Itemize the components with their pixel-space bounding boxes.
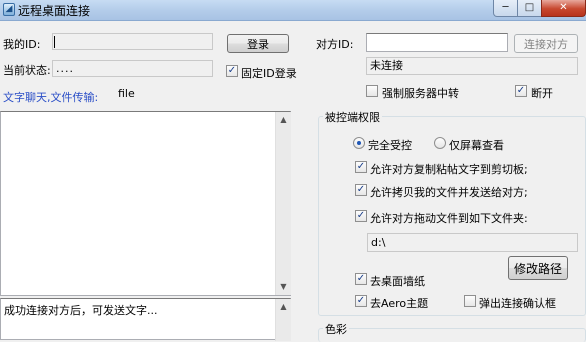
chat-input[interactable]: 成功连接对方后，可发送文字... ▲ bbox=[0, 298, 291, 341]
remote-desktop-icon: ◢ bbox=[3, 3, 15, 16]
full-control-label: 完全受控 bbox=[368, 139, 412, 152]
minimize-button[interactable]: ─ bbox=[493, 0, 518, 17]
change-path-button[interactable]: 修改路径 bbox=[508, 256, 568, 280]
my-id-label: 我的ID: bbox=[3, 38, 41, 51]
view-only-radio[interactable] bbox=[434, 137, 446, 149]
scroll-up-icon[interactable]: ▲ bbox=[276, 112, 291, 128]
allow-copy-files-label: 允许拷贝我的文件并发送给对方; bbox=[370, 186, 528, 199]
chat-log-scrollbar[interactable]: ▲ ▼ bbox=[275, 112, 291, 295]
remove-wallpaper-checkbox[interactable]: ✓ bbox=[355, 273, 367, 285]
status-field: .... bbox=[52, 60, 213, 77]
connection-status-field: 未连接 bbox=[366, 57, 578, 75]
login-button[interactable]: 登录 bbox=[227, 34, 289, 53]
full-control-radio[interactable] bbox=[353, 137, 365, 149]
chat-input-text: 成功连接对方后，可发送文字... bbox=[4, 304, 158, 317]
chat-input-scrollbar[interactable]: ▲ bbox=[275, 299, 291, 341]
folder-path-field: d:\ bbox=[367, 233, 578, 252]
close-button[interactable]: ✕ bbox=[541, 0, 586, 17]
file-label: file bbox=[118, 87, 135, 100]
allow-copy-files-checkbox[interactable]: ✓ bbox=[355, 184, 367, 196]
remove-aero-checkbox[interactable]: ✓ bbox=[355, 295, 367, 307]
permissions-group-title: 被控端权限 bbox=[323, 109, 382, 125]
status-label: 当前状态: bbox=[3, 64, 51, 77]
force-relay-label: 强制服务器中转 bbox=[382, 87, 459, 100]
remove-wallpaper-label: 去桌面墙纸 bbox=[370, 275, 425, 288]
radio-selected-dot bbox=[357, 141, 361, 145]
fixed-id-label: 固定ID登录 bbox=[241, 67, 297, 80]
maximize-button[interactable]: □ bbox=[517, 0, 542, 17]
disconnect-checkbox[interactable]: ✓ bbox=[515, 85, 527, 97]
scroll-down-icon[interactable]: ▼ bbox=[276, 279, 291, 295]
peer-id-label: 对方ID: bbox=[316, 38, 354, 51]
fixed-id-checkbox[interactable]: ✓ bbox=[226, 65, 238, 77]
view-only-label: 仅屏幕查看 bbox=[449, 139, 504, 152]
text-caret bbox=[54, 36, 55, 48]
allow-drag-files-checkbox[interactable]: ✓ bbox=[355, 210, 367, 222]
my-id-field[interactable] bbox=[52, 33, 213, 50]
color-group-title: 色彩 bbox=[323, 321, 349, 337]
title-bar[interactable]: ◢ 远程桌面连接 ─ □ ✕ bbox=[0, 0, 586, 21]
chat-header: 文字聊天,文件传输: bbox=[3, 91, 99, 104]
force-relay-checkbox[interactable] bbox=[366, 85, 378, 97]
allow-clipboard-label: 允许对方复制粘帖文字到剪切板; bbox=[370, 163, 528, 176]
allow-clipboard-checkbox[interactable]: ✓ bbox=[355, 161, 367, 173]
allow-drag-files-label: 允许对方拖动文件到如下文件夹: bbox=[370, 212, 528, 225]
peer-id-input[interactable] bbox=[366, 33, 508, 52]
chat-log[interactable]: ▲ ▼ bbox=[0, 111, 291, 296]
scroll-up-icon[interactable]: ▲ bbox=[276, 299, 291, 315]
popup-confirm-label: 弹出连接确认框 bbox=[479, 297, 556, 310]
connect-button[interactable]: 连接对方 bbox=[514, 34, 578, 53]
remove-aero-label: 去Aero主题 bbox=[370, 297, 429, 310]
window-title: 远程桌面连接 bbox=[18, 4, 91, 18]
disconnect-label: 断开 bbox=[531, 87, 553, 100]
popup-confirm-checkbox[interactable] bbox=[464, 295, 476, 307]
